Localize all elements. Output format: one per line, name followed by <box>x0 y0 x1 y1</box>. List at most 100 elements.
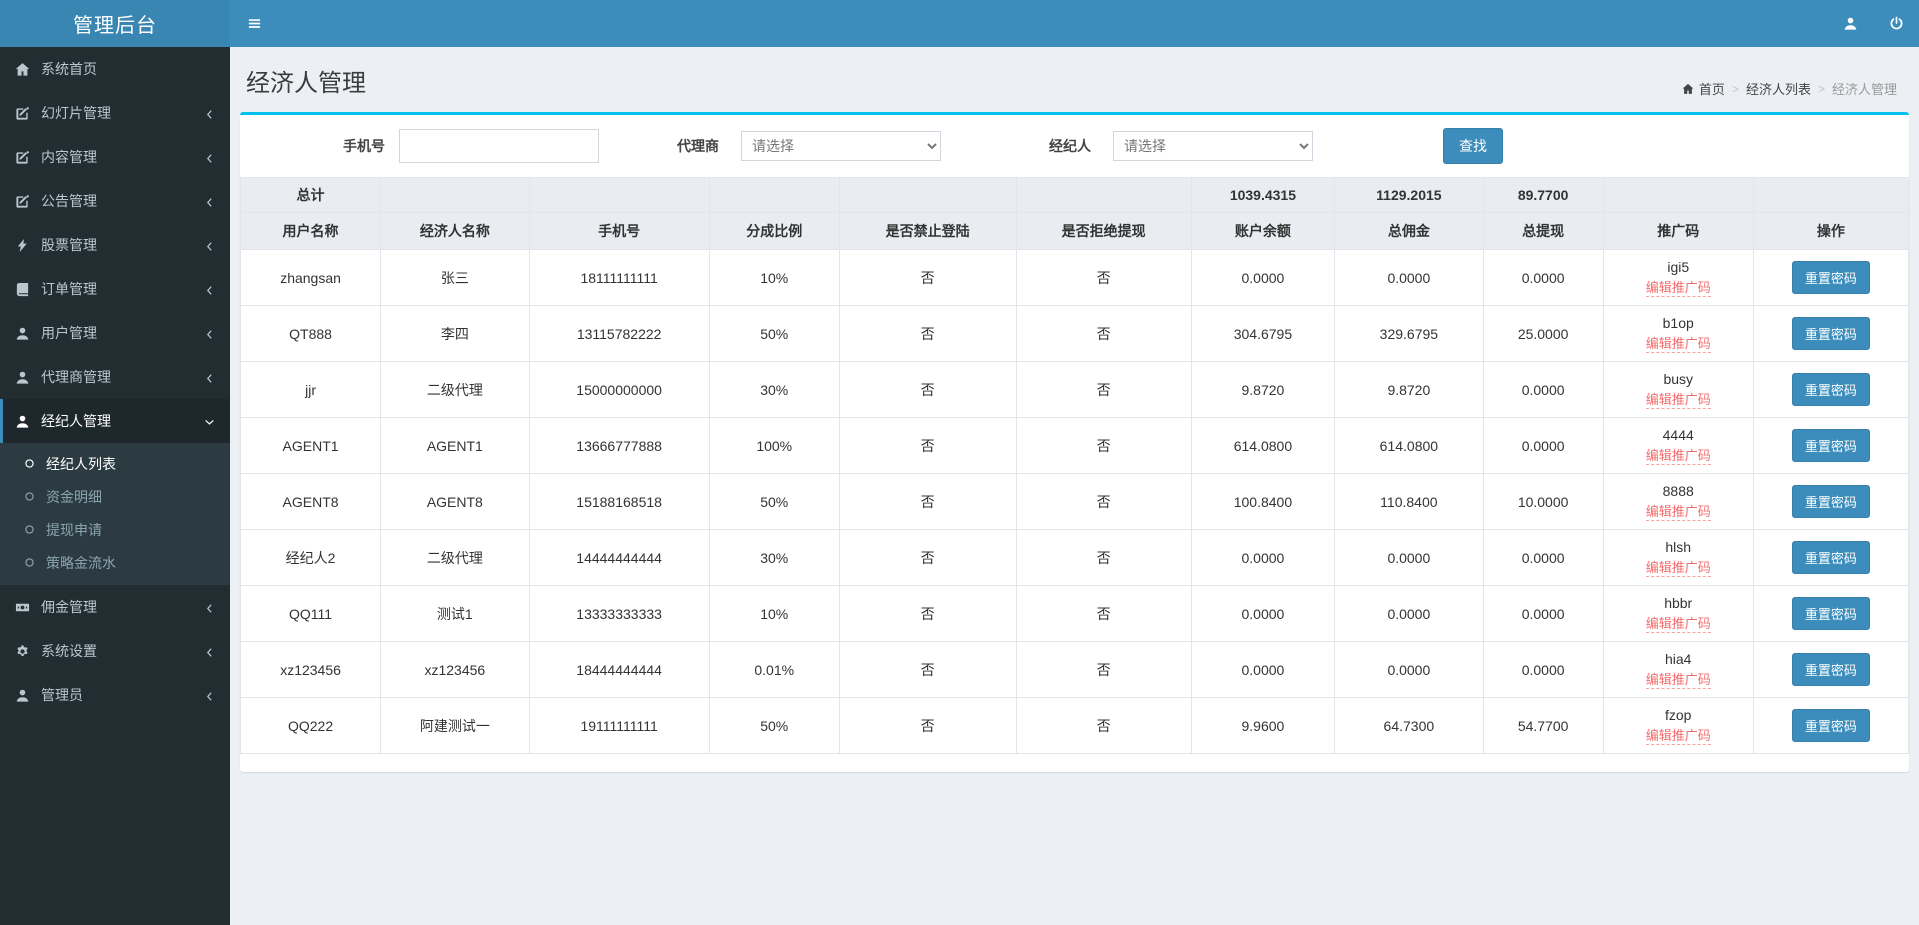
reset-password-button[interactable]: 重置密码 <box>1791 597 1870 630</box>
logout-button[interactable] <box>1873 0 1919 47</box>
sidebar-item-home[interactable]: 系统首页 <box>0 47 230 91</box>
sidebar-item-label: 幻灯片管理 <box>41 105 111 121</box>
cell-actions: 重置密码 <box>1752 529 1910 586</box>
breadcrumb-separator: > <box>1731 81 1739 96</box>
chevron-left-icon <box>204 237 215 253</box>
sidebar-subitem-withdraw-requests[interactable]: 提现申请 <box>0 513 230 546</box>
total-balance: 1039.4315 <box>1190 177 1336 213</box>
sidebar-item-slides[interactable]: 幻灯片管理 <box>0 91 230 135</box>
edit-icon <box>15 194 30 209</box>
reset-password-button[interactable]: 重置密码 <box>1791 485 1870 518</box>
cell-phone: 13666777888 <box>528 417 710 474</box>
edit-promo-link[interactable]: 编辑推广码 <box>1645 447 1711 466</box>
edit-promo-link[interactable]: 编辑推广码 <box>1645 335 1711 354</box>
sidebar-item-label: 公告管理 <box>41 193 97 209</box>
reset-password-button[interactable]: 重置密码 <box>1791 317 1870 350</box>
edit-promo-link[interactable]: 编辑推广码 <box>1645 391 1711 410</box>
cell-commission: 0.0000 <box>1334 249 1484 306</box>
home-icon <box>1682 83 1694 95</box>
reset-password-button[interactable]: 重置密码 <box>1791 373 1870 406</box>
col-refuse-withdraw: 是否拒绝提现 <box>1015 212 1192 250</box>
sidebar: 系统首页 幻灯片管理 内容管理 公告管理 股票管理 订单管理 用户管理 代理商管… <box>0 47 230 925</box>
breadcrumb: 首页 > 经济人列表 > 经济人管理 <box>1682 79 1897 98</box>
table-row: jjr 二级代理 15000000000 30% 否 否 9.8720 9.87… <box>239 361 1910 418</box>
edit-promo-link[interactable]: 编辑推广码 <box>1645 727 1711 746</box>
user-icon <box>15 688 30 703</box>
reset-password-button[interactable]: 重置密码 <box>1791 541 1870 574</box>
broker-select[interactable]: 请选择 <box>1113 131 1313 161</box>
cell-refuse-withdraw: 否 <box>1015 697 1192 754</box>
breadcrumb-separator: > <box>1817 81 1825 96</box>
user-icon <box>15 326 30 341</box>
sidebar-item-agents[interactable]: 代理商管理 <box>0 355 230 399</box>
sidebar-item-settings[interactable]: 系统设置 <box>0 629 230 673</box>
cell-promo: hbbr 编辑推广码 <box>1602 585 1754 642</box>
sidebar-subitem-broker-list[interactable]: 经纪人列表 <box>0 447 230 480</box>
col-ratio: 分成比例 <box>708 212 840 250</box>
phone-input[interactable] <box>399 129 599 163</box>
cell-phone: 13333333333 <box>528 585 710 642</box>
table-row: QT888 李四 13115782222 50% 否 否 304.6795 32… <box>239 305 1910 362</box>
sidebar-item-admin[interactable]: 管理员 <box>0 673 230 717</box>
cell-balance: 0.0000 <box>1190 529 1336 586</box>
breadcrumb-broker-list[interactable]: 经济人列表 <box>1746 79 1811 98</box>
cell-actions: 重置密码 <box>1752 641 1910 698</box>
agent-label: 代理商 <box>677 138 719 154</box>
user-icon <box>15 414 30 429</box>
edit-promo-link[interactable]: 编辑推广码 <box>1645 503 1711 522</box>
user-menu-button[interactable] <box>1827 0 1873 47</box>
cell-forbid-login: 否 <box>838 641 1017 698</box>
cell-ratio: 10% <box>708 249 840 306</box>
sidebar-item-label: 订单管理 <box>41 281 97 297</box>
cell-username: xz123456 <box>239 641 382 698</box>
cell-promo: hlsh 编辑推广码 <box>1602 529 1754 586</box>
cell-promo: igi5 编辑推广码 <box>1602 249 1754 306</box>
sidebar-subitem-fund-details[interactable]: 资金明细 <box>0 480 230 513</box>
sidebar-subitem-label: 资金明细 <box>46 488 102 505</box>
promo-code: igi5 <box>1667 258 1690 275</box>
header-row: 用户名称 经济人名称 手机号 分成比例 是否禁止登陆 是否拒绝提现 账户余额 总… <box>239 212 1910 250</box>
sidebar-item-orders[interactable]: 订单管理 <box>0 267 230 311</box>
cell-refuse-withdraw: 否 <box>1015 585 1192 642</box>
cell-balance: 304.6795 <box>1190 305 1336 362</box>
cell-ratio: 30% <box>708 361 840 418</box>
sidebar-item-stocks[interactable]: 股票管理 <box>0 223 230 267</box>
edit-promo-link[interactable]: 编辑推广码 <box>1645 279 1711 298</box>
reset-password-button[interactable]: 重置密码 <box>1791 261 1870 294</box>
sidebar-item-label: 代理商管理 <box>41 369 111 385</box>
sidebar-item-announcement[interactable]: 公告管理 <box>0 179 230 223</box>
sidebar-item-commission[interactable]: 佣金管理 <box>0 585 230 629</box>
cell-refuse-withdraw: 否 <box>1015 249 1192 306</box>
agent-select[interactable]: 请选择 <box>741 131 941 161</box>
cell-broker-name: AGENT1 <box>380 417 530 474</box>
edit-promo-link[interactable]: 编辑推广码 <box>1645 671 1711 690</box>
cell-forbid-login: 否 <box>838 361 1017 418</box>
cell-promo: hia4 编辑推广码 <box>1602 641 1754 698</box>
search-button[interactable]: 查找 <box>1443 128 1503 164</box>
sidebar-item-content[interactable]: 内容管理 <box>0 135 230 179</box>
cell-balance: 0.0000 <box>1190 249 1336 306</box>
col-phone: 手机号 <box>528 212 710 250</box>
cell-withdraw: 0.0000 <box>1482 585 1604 642</box>
sidebar-subitem-strategy-funds[interactable]: 策略金流水 <box>0 546 230 579</box>
col-username: 用户名称 <box>239 212 382 250</box>
cell-broker-name: 张三 <box>380 249 530 306</box>
breadcrumb-home[interactable]: 首页 <box>1699 79 1725 98</box>
edit-promo-link[interactable]: 编辑推广码 <box>1645 559 1711 578</box>
col-promo-code: 推广码 <box>1602 212 1754 250</box>
reset-password-button[interactable]: 重置密码 <box>1791 429 1870 462</box>
reset-password-button[interactable]: 重置密码 <box>1791 709 1870 742</box>
hamburger-icon <box>247 16 262 31</box>
edit-promo-link[interactable]: 编辑推广码 <box>1645 615 1711 634</box>
sidebar-item-users[interactable]: 用户管理 <box>0 311 230 355</box>
edit-icon <box>15 150 30 165</box>
cell-commission: 0.0000 <box>1334 641 1484 698</box>
reset-password-button[interactable]: 重置密码 <box>1791 653 1870 686</box>
page-title: 经济人管理 <box>246 70 366 97</box>
sidebar-toggle-button[interactable] <box>230 0 278 47</box>
sidebar-item-brokers[interactable]: 经纪人管理 <box>0 399 230 443</box>
app-logo[interactable]: 管理后台 <box>0 0 230 47</box>
user-icon <box>15 370 30 385</box>
table-row: QQ222 阿建测试一 19111111111 50% 否 否 9.9600 6… <box>239 697 1910 754</box>
table-row: QQ111 测试1 13333333333 10% 否 否 0.0000 0.0… <box>239 585 1910 642</box>
